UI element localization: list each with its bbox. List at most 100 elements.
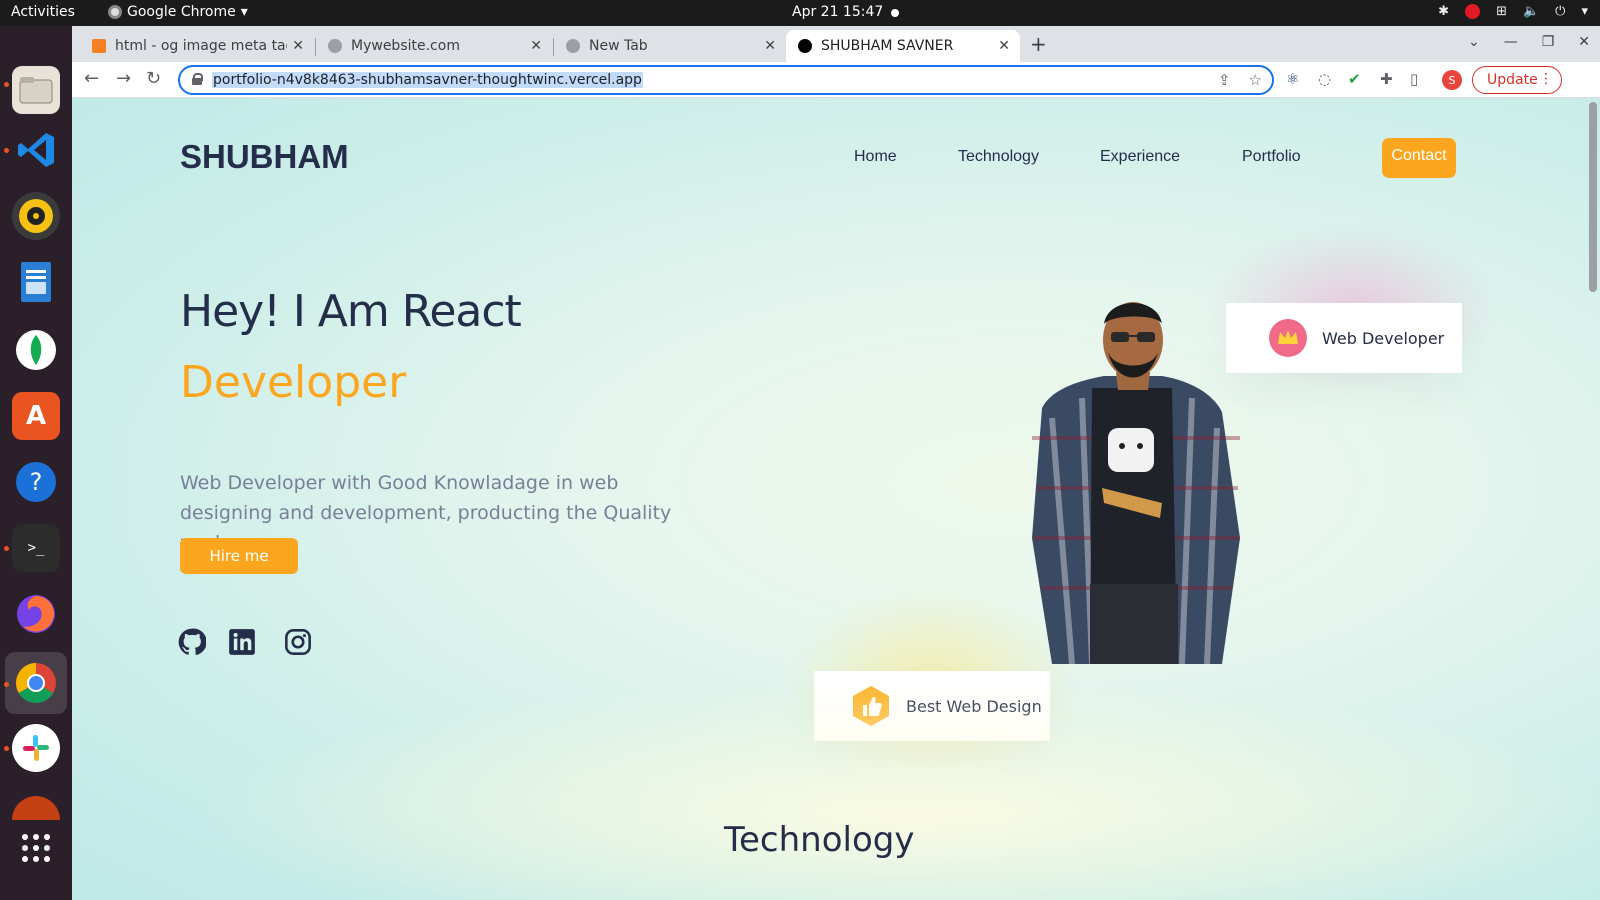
running-indicator (4, 148, 9, 153)
running-indicator (4, 746, 9, 751)
vercel-favicon-icon (798, 39, 812, 53)
help-icon[interactable]: ? (12, 458, 60, 506)
hire-me-button[interactable]: Hire me (180, 538, 298, 574)
ubuntu-dock: A ? >_ (0, 26, 72, 900)
tab-search-icon[interactable]: ⌄ (1468, 34, 1480, 50)
close-tab-icon[interactable]: ✕ (998, 38, 1010, 54)
minimize-icon[interactable]: — (1504, 34, 1518, 50)
web-developer-card: Web Developer (1226, 303, 1462, 373)
tab-mywebsite[interactable]: Mywebsite.com ✕ (316, 30, 552, 62)
stackoverflow-favicon-icon (92, 39, 106, 53)
slack-tray-icon[interactable]: ✱ (1438, 4, 1449, 19)
scrollbar-thumb[interactable] (1589, 102, 1597, 292)
notification-dot-icon (891, 9, 899, 17)
running-indicator (4, 546, 9, 551)
system-top-bar: Activities Google Chrome ▾ Apr 21 15:47 … (0, 0, 1600, 26)
close-tab-icon[interactable]: ✕ (764, 38, 776, 54)
new-tab-icon[interactable]: + (1030, 32, 1047, 56)
tab-og-image[interactable]: html - og image meta tag ✕ (80, 30, 314, 62)
nav-portfolio[interactable]: Portfolio (1242, 148, 1301, 166)
grammar-extension-icon[interactable]: ✔ (1348, 70, 1361, 88)
terminal-icon[interactable]: >_ (12, 524, 60, 572)
more-menu-icon[interactable]: ⋮ (1539, 71, 1553, 87)
running-indicator (4, 682, 9, 687)
firefox-icon[interactable] (12, 590, 60, 638)
best-web-design-card: Best Web Design (814, 671, 1050, 741)
close-tab-icon[interactable]: ✕ (292, 38, 304, 54)
extension-icon[interactable]: ◌ (1318, 70, 1331, 88)
site-brand[interactable]: SHUBHAM (180, 138, 349, 176)
close-tab-icon[interactable]: ✕ (530, 38, 542, 54)
bookmark-star-icon[interactable]: ☆ (1249, 71, 1262, 89)
files-icon[interactable] (12, 66, 60, 114)
forward-icon[interactable]: → (116, 68, 131, 89)
web-developer-label: Web Developer (1322, 328, 1445, 348)
url-text[interactable]: portfolio-n4v8k8463-shubhamsavner-though… (212, 72, 643, 88)
app-menu[interactable]: Google Chrome ▾ (108, 4, 248, 20)
activities-button[interactable]: Activities (11, 4, 75, 20)
tab-strip: html - og image meta tag ✕ Mywebsite.com… (72, 26, 1600, 62)
vscode-icon[interactable] (12, 126, 60, 174)
instagram-icon[interactable] (284, 628, 312, 656)
browser-toolbar: ← → ↻ portfolio-n4v8k8463-shubhamsavner-… (72, 62, 1600, 98)
restore-icon[interactable]: ❐ (1542, 34, 1555, 50)
crown-icon (1269, 319, 1307, 357)
profile-photo (1032, 302, 1240, 664)
power-icon[interactable]: ⏻ (1555, 4, 1565, 19)
chrome-favicon-icon (566, 39, 580, 53)
tab-title: html - og image meta tag (115, 38, 287, 54)
profile-avatar[interactable]: S (1442, 70, 1462, 90)
address-bar[interactable]: portfolio-n4v8k8463-shubhamsavner-though… (178, 65, 1274, 95)
tab-title: New Tab (589, 38, 648, 54)
window-controls: ⌄ — ❐ ✕ (1468, 34, 1590, 50)
dropdown-arrow-icon: ▾ (240, 4, 248, 20)
react-devtools-extension-icon[interactable]: ⚛ (1286, 70, 1299, 88)
slack-icon[interactable] (12, 724, 60, 772)
tab-new-tab[interactable]: New Tab ✕ (554, 30, 786, 62)
tab-title: SHUBHAM SAVNER (821, 38, 954, 54)
contact-button[interactable]: Contact (1382, 138, 1456, 178)
update-button[interactable]: Update ⋮ (1472, 66, 1562, 94)
back-icon[interactable]: ← (84, 68, 99, 89)
linkedin-icon[interactable] (228, 628, 256, 656)
app-menu-label: Google Chrome (127, 4, 236, 20)
svg-text:?: ? (30, 468, 43, 496)
tab-shubham-savner[interactable]: SHUBHAM SAVNER ✕ (786, 30, 1020, 62)
chevron-down-icon[interactable]: ▾ (1581, 4, 1588, 19)
nav-experience[interactable]: Experience (1100, 148, 1180, 166)
app-center-icon[interactable]: A (12, 392, 60, 440)
update-label: Update (1487, 72, 1538, 88)
extensions-puzzle-icon[interactable]: ✚ (1380, 70, 1393, 88)
clock[interactable]: Apr 21 15:47 (792, 4, 883, 20)
portfolio-page: SHUBHAM Home Technology Experience Portf… (72, 98, 1600, 900)
nav-home[interactable]: Home (854, 148, 897, 166)
mongodb-compass-icon[interactable] (12, 326, 60, 374)
system-tray[interactable]: ✱ ⊞ 🔈 ⏻ ▾ (1438, 4, 1588, 19)
show-apps-icon[interactable] (12, 824, 60, 872)
lock-icon[interactable] (192, 73, 203, 85)
technology-section-title: Technology (724, 820, 915, 860)
globe-favicon-icon (328, 39, 342, 53)
chrome-icon[interactable] (5, 652, 67, 714)
do-not-disturb-icon[interactable] (1465, 4, 1481, 19)
reload-icon[interactable]: ↻ (146, 68, 161, 89)
partial-app-icon[interactable] (12, 796, 60, 820)
chrome-app-icon (108, 5, 122, 19)
github-icon[interactable] (178, 628, 206, 656)
share-icon[interactable]: ⇪ (1218, 71, 1231, 89)
writer-icon[interactable] (12, 258, 60, 306)
rhythmbox-icon[interactable] (12, 192, 60, 240)
volume-icon[interactable]: 🔈 (1523, 4, 1539, 19)
best-web-design-label: Best Web Design (906, 696, 1042, 716)
hero-heading-accent: Developer (180, 357, 407, 408)
network-icon[interactable]: ⊞ (1496, 4, 1507, 19)
running-indicator (4, 82, 9, 87)
page-scrollbar[interactable] (1586, 98, 1600, 900)
close-window-icon[interactable]: ✕ (1578, 34, 1590, 50)
chrome-window: html - og image meta tag ✕ Mywebsite.com… (72, 26, 1600, 900)
thumbs-up-icon (853, 686, 889, 726)
side-panel-icon[interactable]: ▯ (1410, 70, 1418, 88)
nav-technology[interactable]: Technology (958, 148, 1039, 166)
hero-heading: Hey! I Am React (180, 286, 522, 337)
tab-title: Mywebsite.com (351, 38, 460, 54)
